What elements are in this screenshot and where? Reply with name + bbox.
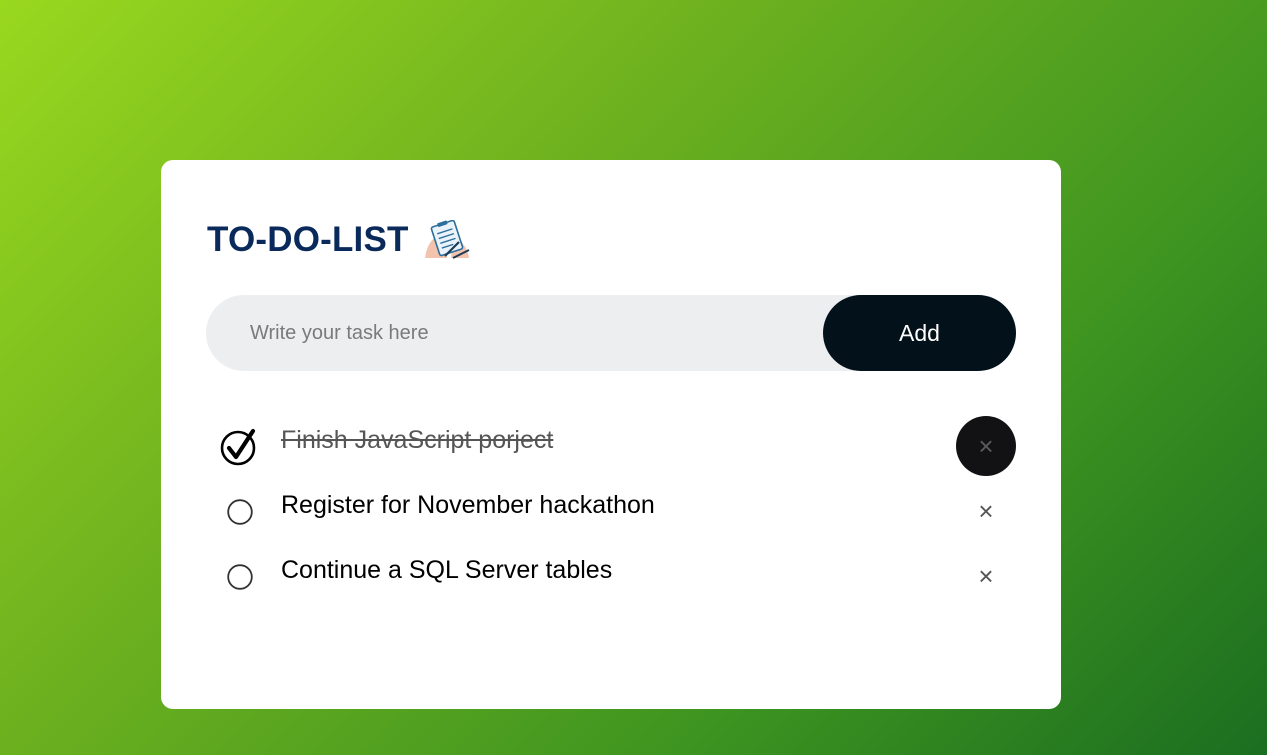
task-list: Finish JavaScript porject × Register for… xyxy=(206,414,1016,609)
task-text: Continue a SQL Server tables xyxy=(281,556,613,584)
task-text: Finish JavaScript porject xyxy=(281,426,554,454)
unchecked-checkbox-icon[interactable] xyxy=(227,564,253,590)
task-item[interactable]: Register for November hackathon × xyxy=(206,479,1016,544)
close-icon: × xyxy=(978,496,994,526)
task-item[interactable]: Finish JavaScript porject × xyxy=(206,414,1016,479)
task-text: Register for November hackathon xyxy=(281,491,655,519)
todo-card: TO-DO-LIST Add xyxy=(161,160,1061,709)
close-icon: × xyxy=(978,561,994,591)
task-input[interactable] xyxy=(250,295,810,371)
delete-task-button[interactable]: × xyxy=(956,481,1016,541)
delete-task-button[interactable]: × xyxy=(956,416,1016,476)
clipboard-checklist-icon xyxy=(423,219,471,260)
app-title: TO-DO-LIST xyxy=(207,220,409,259)
delete-task-button[interactable]: × xyxy=(956,546,1016,606)
title-row: TO-DO-LIST xyxy=(207,219,471,260)
task-item[interactable]: Continue a SQL Server tables × xyxy=(206,544,1016,609)
checked-checkbox-icon[interactable] xyxy=(220,428,258,466)
close-icon: × xyxy=(978,431,994,461)
add-button[interactable]: Add xyxy=(823,295,1016,371)
unchecked-checkbox-icon[interactable] xyxy=(227,499,253,525)
task-input-row: Add xyxy=(206,295,1016,371)
